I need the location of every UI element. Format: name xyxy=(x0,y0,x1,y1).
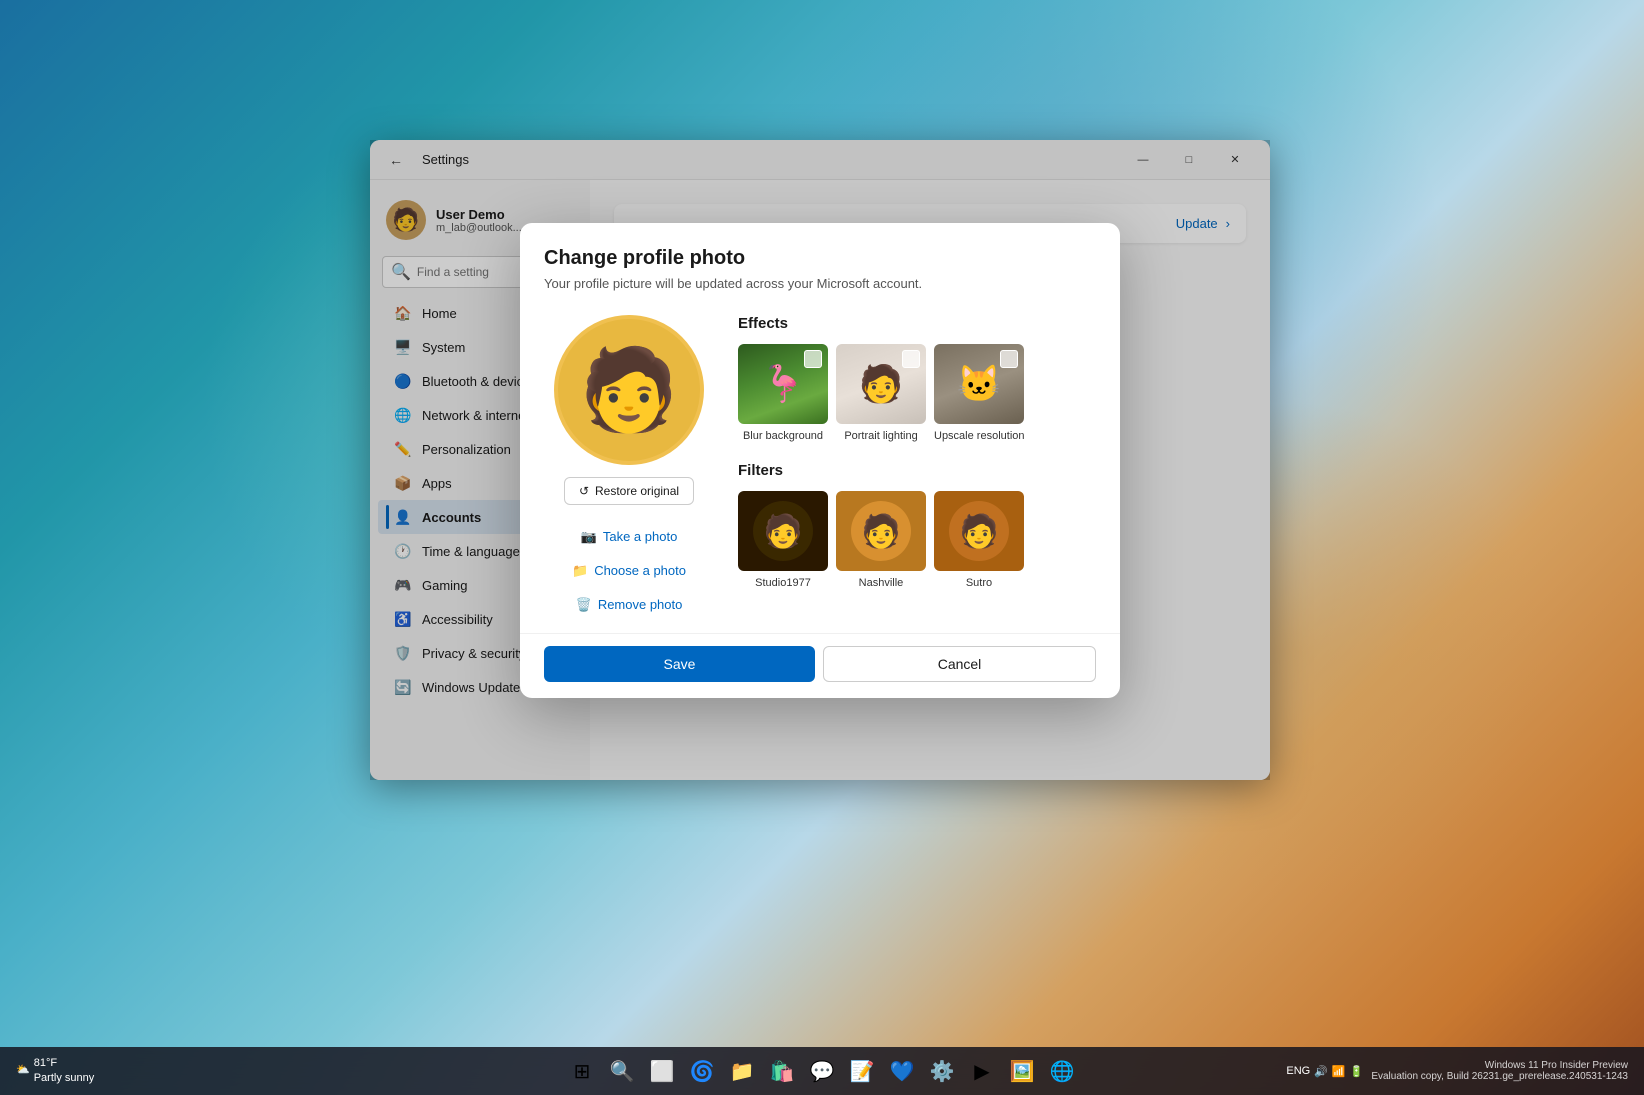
filter-thumbnail-sutro: 🧑 xyxy=(934,491,1024,571)
speaker-icon: 🔊 xyxy=(1314,1065,1328,1078)
edge-icon: 🌀 xyxy=(690,1059,715,1084)
build-info: Windows 11 Pro Insider Preview xyxy=(1371,1060,1628,1071)
system-tray: ENG 🔊 📶 🔋 xyxy=(1286,1065,1363,1078)
filter-thumbnail-nashville: 🧑 xyxy=(836,491,926,571)
settings-taskbar-icon: ⚙️ xyxy=(930,1059,955,1084)
effect-item-blur[interactable]: Blur background xyxy=(738,344,828,442)
profile-photo-preview: 🧑 xyxy=(554,315,704,465)
start-button[interactable]: ⊞ xyxy=(564,1053,600,1089)
taskbar-icons: ⊞ 🔍 ⬜ 🌀 📁 🛍️ 💬 📝 💙 ⚙️ ▶ 🖼️ 🌐 xyxy=(564,1053,1080,1089)
take-photo-button[interactable]: 📷 Take a photo xyxy=(581,525,678,549)
task-view-button[interactable]: ⬜ xyxy=(644,1053,680,1089)
filter-thumbnail-studio77: 🧑 xyxy=(738,491,828,571)
explorer-button[interactable]: 📁 xyxy=(724,1053,760,1089)
notepad-button[interactable]: 📝 xyxy=(844,1053,880,1089)
dialog-right: Effects Blur background Portra xyxy=(738,315,1096,617)
language-indicator: ENG xyxy=(1286,1065,1310,1077)
teams-icon: 💬 xyxy=(810,1059,835,1084)
filter-label-studio77: Studio1977 xyxy=(755,577,811,589)
browser-button[interactable]: 🌐 xyxy=(1044,1053,1080,1089)
weather-icon: ⛅ xyxy=(16,1063,30,1078)
edge-button[interactable]: 🌀 xyxy=(684,1053,720,1089)
effect-label-upscale: Upscale resolution xyxy=(934,430,1025,442)
effect-checkbox-blur[interactable] xyxy=(804,350,822,368)
restore-original-button[interactable]: ↺ Restore original xyxy=(564,477,694,505)
camera-icon: 📷 xyxy=(581,529,597,545)
terminal-icon: ▶ xyxy=(974,1059,989,1084)
vscode-button[interactable]: 💙 xyxy=(884,1053,920,1089)
effect-label-portrait: Portrait lighting xyxy=(844,430,917,442)
trash-icon: 🗑️ xyxy=(576,597,592,613)
taskbar: ⛅ 81°F Partly sunny ⊞ 🔍 ⬜ 🌀 📁 🛍️ 💬 📝 💙 ⚙… xyxy=(0,1047,1644,1095)
weather-condition: Partly sunny xyxy=(34,1071,95,1086)
explorer-icon: 📁 xyxy=(730,1059,755,1084)
photos-button[interactable]: 🖼️ xyxy=(1004,1053,1040,1089)
search-button[interactable]: 🔍 xyxy=(604,1053,640,1089)
dialog-header: Change profile photo Your profile pictur… xyxy=(520,223,1120,299)
choose-photo-button[interactable]: 📁 Choose a photo xyxy=(572,559,686,583)
taskbar-right: ENG 🔊 📶 🔋 Windows 11 Pro Insider Preview… xyxy=(1286,1060,1628,1082)
store-button[interactable]: 🛍️ xyxy=(764,1053,800,1089)
vscode-icon: 💙 xyxy=(890,1059,915,1084)
network-tray-icon: 📶 xyxy=(1332,1065,1346,1078)
modal-overlay: Change profile photo Your profile pictur… xyxy=(370,140,1270,780)
effect-thumbnail-blur xyxy=(738,344,828,424)
teams-button[interactable]: 💬 xyxy=(804,1053,840,1089)
remove-photo-button[interactable]: 🗑️ Remove photo xyxy=(576,593,683,617)
dialog-subtitle: Your profile picture will be updated acr… xyxy=(544,276,1096,291)
search-taskbar-icon: 🔍 xyxy=(610,1059,635,1084)
weather-temp: 81°F xyxy=(34,1056,95,1071)
folder-icon: 📁 xyxy=(572,563,588,579)
effects-grid: Blur background Portrait lighting xyxy=(738,344,1096,442)
effects-title: Effects xyxy=(738,315,1096,332)
terminal-button[interactable]: ▶ xyxy=(964,1053,1000,1089)
effect-checkbox-upscale[interactable] xyxy=(1000,350,1018,368)
battery-icon: 🔋 xyxy=(1350,1065,1364,1078)
profile-dialog: Change profile photo Your profile pictur… xyxy=(520,223,1120,698)
filter-item-nashville[interactable]: 🧑 Nashville xyxy=(836,491,926,589)
photos-icon: 🖼️ xyxy=(1010,1059,1035,1084)
store-icon: 🛍️ xyxy=(770,1059,795,1084)
effect-thumbnail-portrait xyxy=(836,344,926,424)
browser-icon: 🌐 xyxy=(1050,1059,1075,1084)
restore-icon: ↺ xyxy=(579,484,589,498)
windows-logo-icon: ⊞ xyxy=(574,1059,591,1084)
settings-taskbar-button[interactable]: ⚙️ xyxy=(924,1053,960,1089)
filters-grid: 🧑 Studio1977 🧑 Nashville 🧑 xyxy=(738,491,1096,589)
build-number: Evaluation copy, Build 26231.ge_prerelea… xyxy=(1371,1071,1628,1082)
effect-label-blur: Blur background xyxy=(743,430,823,442)
dialog-left: 🧑 ↺ Restore original 📷 Take a photo 📁 Ch… xyxy=(544,315,714,617)
dialog-title: Change profile photo xyxy=(544,247,1096,270)
weather-widget: ⛅ 81°F Partly sunny xyxy=(16,1056,94,1087)
filters-title: Filters xyxy=(738,462,1096,479)
effect-checkbox-portrait[interactable] xyxy=(902,350,920,368)
filter-item-studio77[interactable]: 🧑 Studio1977 xyxy=(738,491,828,589)
cancel-button[interactable]: Cancel xyxy=(823,646,1096,682)
effect-thumbnail-upscale xyxy=(934,344,1024,424)
dialog-body: 🧑 ↺ Restore original 📷 Take a photo 📁 Ch… xyxy=(520,299,1120,633)
dialog-footer: Save Cancel xyxy=(520,633,1120,698)
filter-label-nashville: Nashville xyxy=(859,577,904,589)
filter-label-sutro: Sutro xyxy=(966,577,992,589)
notepad-icon: 📝 xyxy=(850,1059,875,1084)
photo-options: 📷 Take a photo 📁 Choose a photo 🗑️ Remov… xyxy=(544,525,714,617)
filter-item-sutro[interactable]: 🧑 Sutro xyxy=(934,491,1024,589)
effect-item-upscale[interactable]: Upscale resolution xyxy=(934,344,1025,442)
effect-item-portrait[interactable]: Portrait lighting xyxy=(836,344,926,442)
task-view-icon: ⬜ xyxy=(650,1059,675,1084)
save-button[interactable]: Save xyxy=(544,646,815,682)
